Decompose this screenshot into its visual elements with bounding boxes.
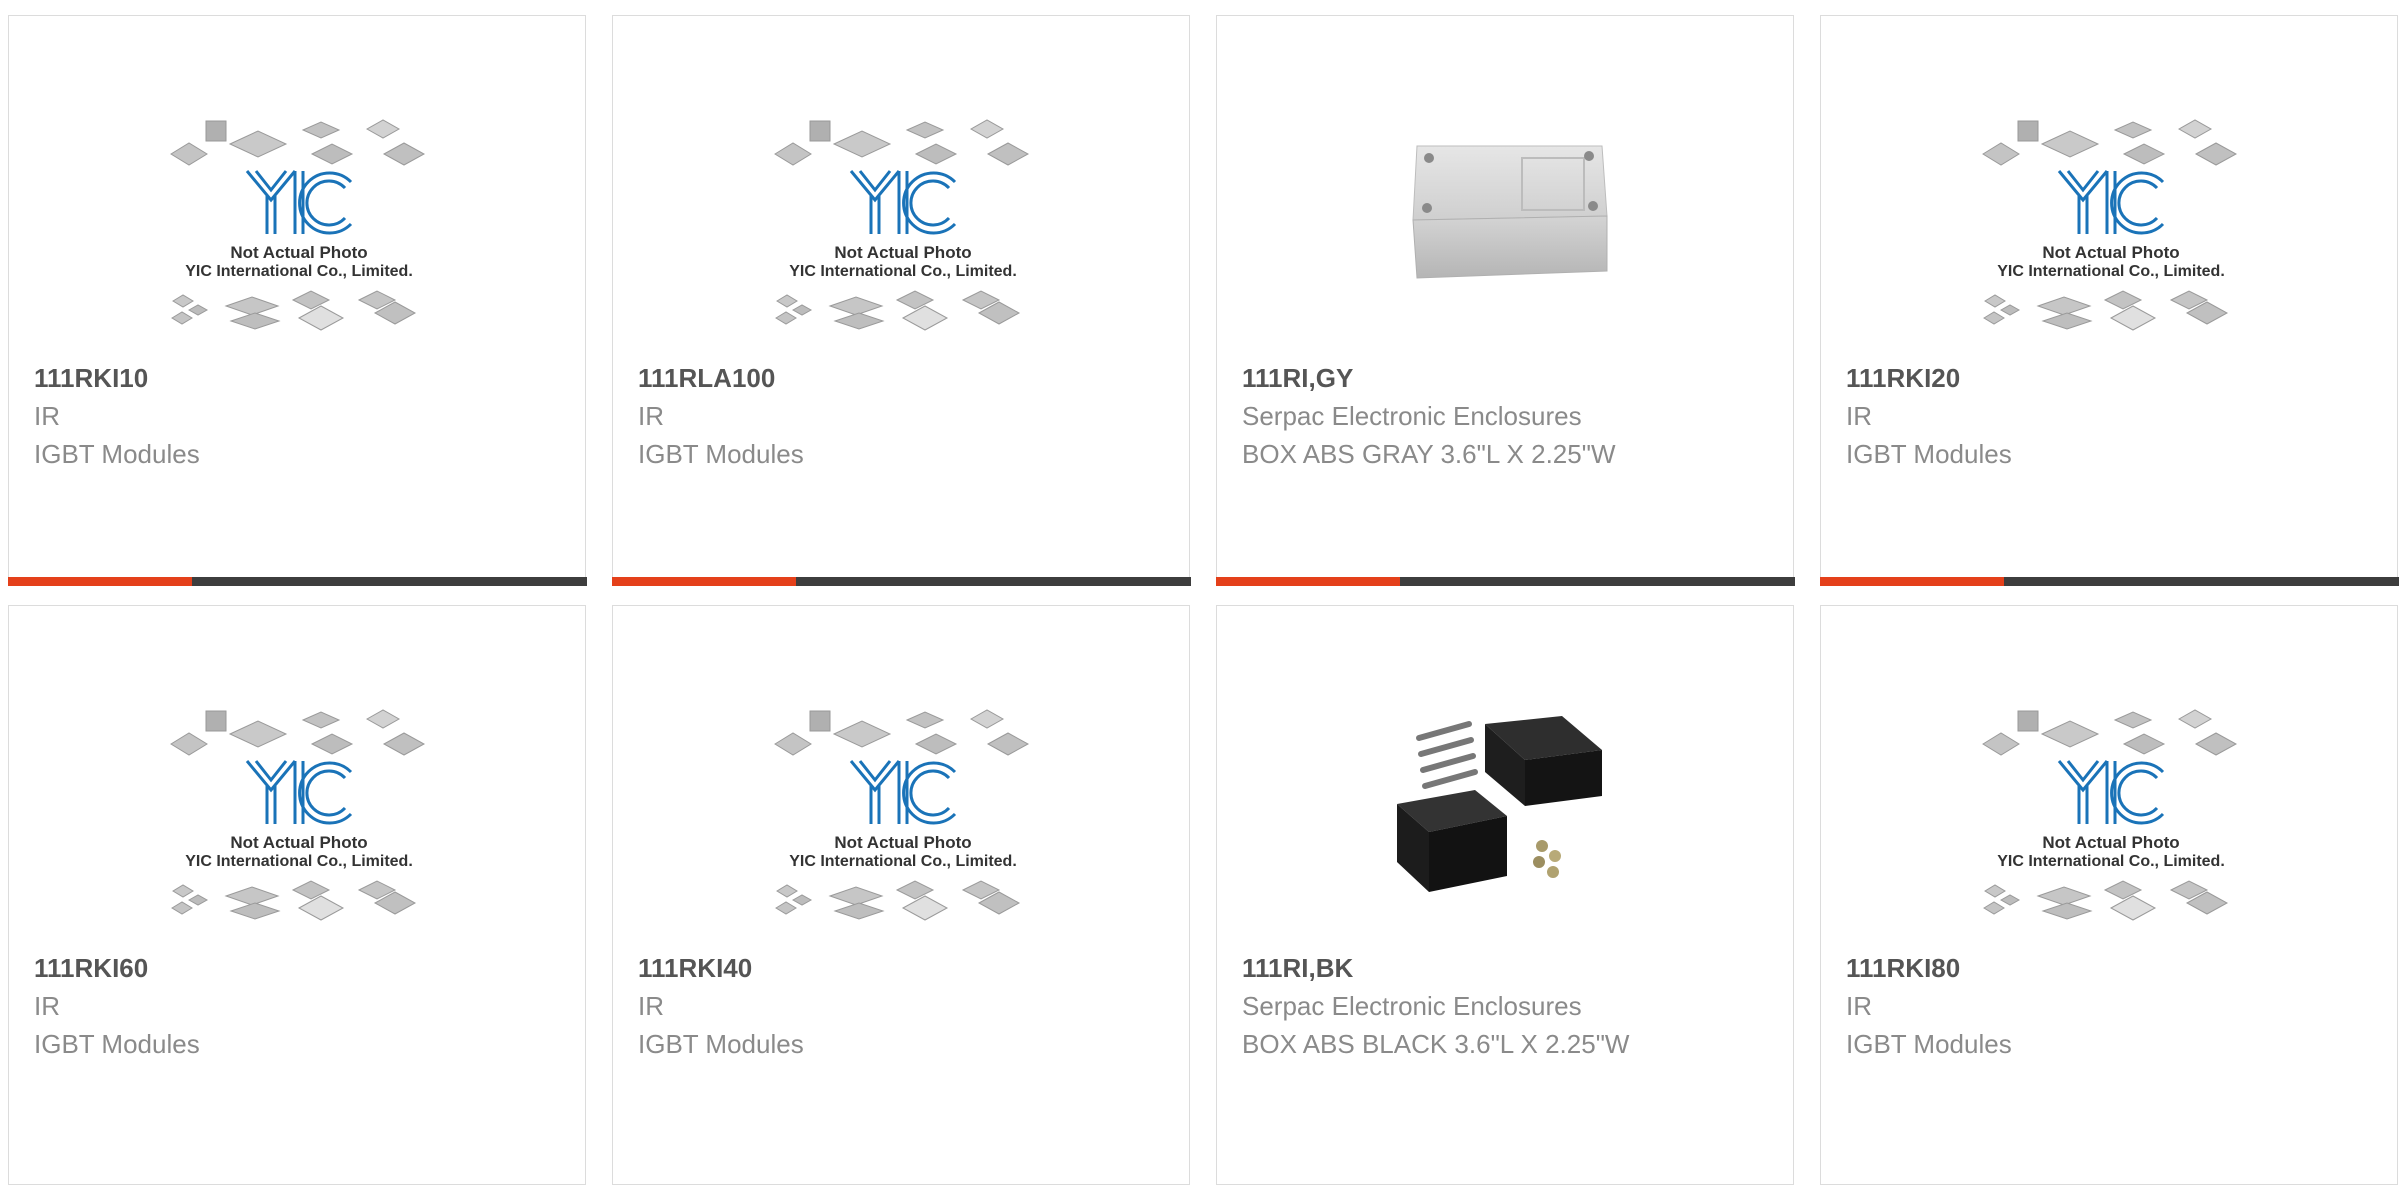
product-info: 111RKI40 IR IGBT Modules [638, 949, 804, 1063]
product-image[interactable]: Not Actual Photo YIC International Co., L… [753, 96, 1053, 336]
component-chips-bottom [775, 880, 1021, 921]
yic-logo [245, 170, 353, 235]
yic-placeholder-image: Not Actual PhotoYIC International Co., L… [774, 709, 1030, 921]
accent-bar [611, 576, 796, 586]
product-image[interactable] [1357, 686, 1657, 926]
description: IGBT Modules [1846, 1029, 2012, 1059]
part-number[interactable]: 111RI,GY [1242, 359, 1615, 397]
component-chips-top [1982, 119, 2238, 166]
placeholder-line-2: YIC International Co., Limited. [789, 853, 1017, 870]
product-card[interactable]: Not Actual Photo YIC International Co., L… [611, 15, 1191, 586]
component-chips-bottom [171, 290, 417, 331]
manufacturer: IR [1846, 991, 1872, 1021]
product-card[interactable]: Not Actual Photo YIC International Co., L… [1819, 15, 2399, 586]
manufacturer: IR [34, 991, 60, 1021]
placeholder-line-2: YIC International Co., Limited. [185, 853, 413, 870]
placeholder-line-2: YIC International Co., Limited. [789, 263, 1017, 280]
placeholder-line-1: Not Actual Photo [230, 243, 367, 262]
product-image[interactable]: Not Actual Photo YIC International Co., L… [1961, 686, 2261, 926]
product-card[interactable]: Not Actual Photo YIC International Co., L… [7, 15, 587, 586]
card-bottom-bar [7, 576, 587, 586]
black-enclosure-image [1397, 716, 1602, 892]
product-image[interactable]: Not Actual Photo YIC International Co., L… [753, 686, 1053, 926]
product-info: 111RI,GY Serpac Electronic Enclosures BO… [1242, 359, 1615, 473]
yic-placeholder-image: Not Actual PhotoYIC International Co., L… [170, 709, 426, 921]
part-number[interactable]: 111RKI10 [34, 359, 200, 397]
placeholder-line-1: Not Actual Photo [230, 833, 367, 852]
product-card[interactable]: Not Actual Photo YIC International Co., L… [8, 605, 586, 1185]
product-info: 111RKI80 IR IGBT Modules [1846, 949, 2012, 1063]
product-info: 111RKI60 IR IGBT Modules [34, 949, 200, 1063]
component-chips-top [170, 709, 426, 756]
card-bottom-bar [611, 576, 1191, 586]
card-bottom-bar [1215, 576, 1795, 586]
product-image[interactable] [1357, 96, 1657, 336]
description: IGBT Modules [638, 439, 804, 469]
yic-placeholder-image: Not Actual PhotoYIC International Co., L… [170, 119, 426, 331]
product-grid: Not Actual Photo YIC International Co., L… [0, 0, 2400, 1185]
product-card[interactable]: 111RI,GY Serpac Electronic Enclosures BO… [1215, 15, 1795, 586]
yic-logo [849, 170, 957, 235]
yic-logo [849, 760, 957, 825]
component-chips-top [170, 119, 426, 166]
yic-logo [2057, 760, 2165, 825]
description: BOX ABS GRAY 3.6"L X 2.25"W [1242, 439, 1616, 469]
yic-placeholder-image: Not Actual PhotoYIC International Co., L… [774, 119, 1030, 331]
description: BOX ABS BLACK 3.6"L X 2.25"W [1242, 1029, 1630, 1059]
placeholder-line-1: Not Actual Photo [2042, 833, 2179, 852]
part-number[interactable]: 111RKI40 [638, 949, 804, 987]
product-info: 111RKI10 IR IGBT Modules [34, 359, 200, 473]
component-chips-bottom [171, 880, 417, 921]
placeholder-line-1: Not Actual Photo [834, 243, 971, 262]
product-card[interactable]: 111RI,BK Serpac Electronic Enclosures BO… [1216, 605, 1794, 1185]
yic-logo [245, 760, 353, 825]
placeholder-line-2: YIC International Co., Limited. [185, 263, 413, 280]
part-number[interactable]: 111RKI20 [1846, 359, 2012, 397]
manufacturer: IR [638, 401, 664, 431]
accent-bar [7, 576, 192, 586]
placeholder-line-2: YIC International Co., Limited. [1997, 263, 2225, 280]
placeholder-line-2: YIC International Co., Limited. [1997, 853, 2225, 870]
part-number[interactable]: 111RLA100 [638, 359, 804, 397]
manufacturer: Serpac Electronic Enclosures [1242, 991, 1582, 1021]
component-chips-bottom [775, 290, 1021, 331]
yic-placeholder-image: Not Actual PhotoYIC International Co., L… [1982, 709, 2238, 921]
product-image[interactable]: Not Actual Photo YIC International Co., L… [149, 686, 449, 926]
description: IGBT Modules [34, 1029, 200, 1059]
product-card[interactable]: Not Actual Photo YIC International Co., L… [612, 605, 1190, 1185]
part-number[interactable]: 111RKI60 [34, 949, 200, 987]
product-info: 111RKI20 IR IGBT Modules [1846, 359, 2012, 473]
part-number[interactable]: 111RI,BK [1242, 949, 1629, 987]
accent-bar [1819, 576, 2004, 586]
product-image[interactable]: Not Actual Photo YIC International Co., L… [149, 96, 449, 336]
yic-logo [2057, 170, 2165, 235]
description: IGBT Modules [34, 439, 200, 469]
component-chips-bottom [1983, 290, 2229, 331]
accent-bar [1215, 576, 1400, 586]
product-image[interactable]: Not Actual Photo YIC International Co., L… [1961, 96, 2261, 336]
manufacturer: Serpac Electronic Enclosures [1242, 401, 1582, 431]
description: IGBT Modules [1846, 439, 2012, 469]
part-number[interactable]: 111RKI80 [1846, 949, 2012, 987]
yic-placeholder-image: Not Actual PhotoYIC International Co., L… [1982, 119, 2238, 331]
placeholder-line-1: Not Actual Photo [2042, 243, 2179, 262]
component-chips-top [1982, 709, 2238, 756]
component-chips-top [774, 119, 1030, 166]
product-info: 111RI,BK Serpac Electronic Enclosures BO… [1242, 949, 1629, 1063]
manufacturer: IR [1846, 401, 1872, 431]
manufacturer: IR [638, 991, 664, 1021]
product-card[interactable]: Not Actual Photo YIC International Co., L… [1820, 605, 2398, 1185]
description: IGBT Modules [638, 1029, 804, 1059]
component-chips-bottom [1983, 880, 2229, 921]
gray-enclosure-image [1412, 145, 1608, 279]
product-info: 111RLA100 IR IGBT Modules [638, 359, 804, 473]
placeholder-line-1: Not Actual Photo [834, 833, 971, 852]
manufacturer: IR [34, 401, 60, 431]
card-bottom-bar [1819, 576, 2399, 586]
component-chips-top [774, 709, 1030, 756]
